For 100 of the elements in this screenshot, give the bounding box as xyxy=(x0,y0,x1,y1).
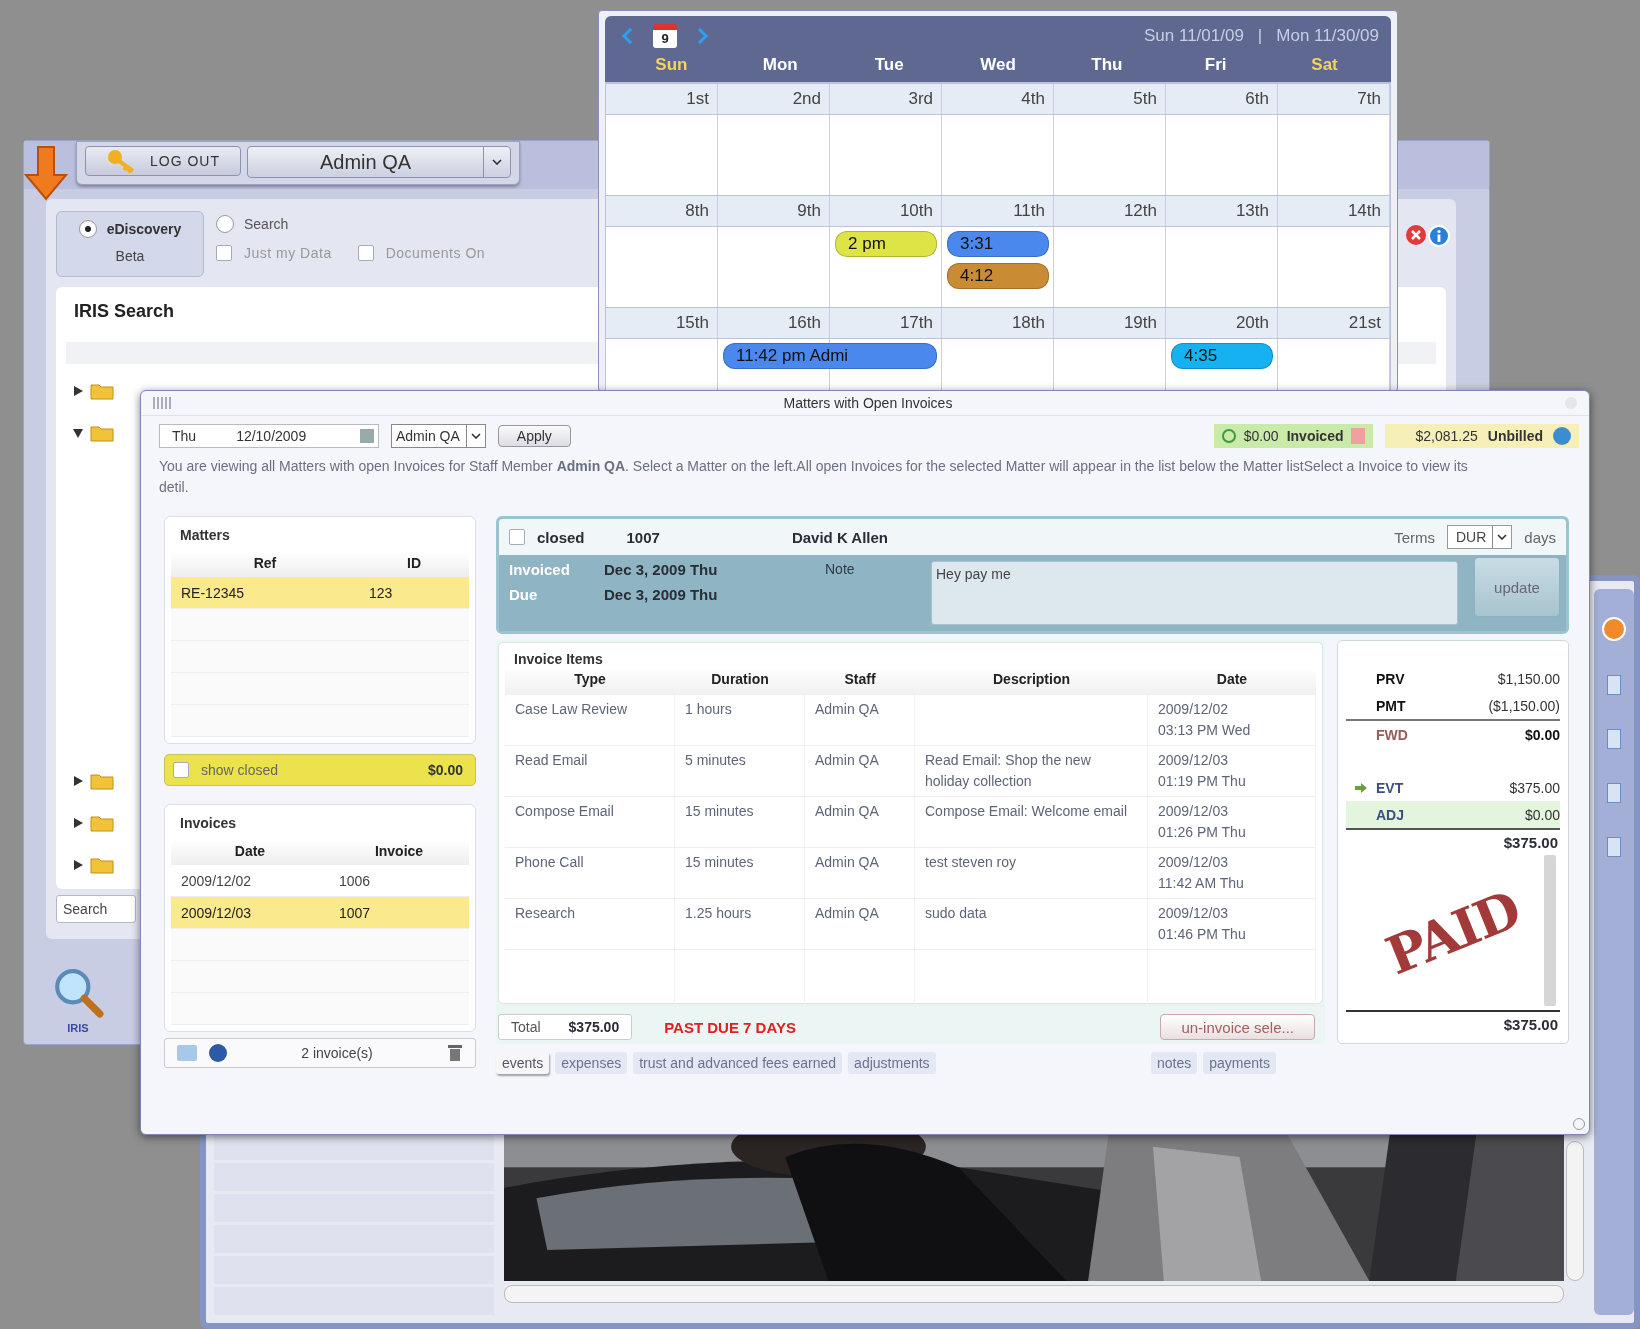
table-cell: 2009/12/03 01:46 PM Thu xyxy=(1148,899,1316,950)
matter-row[interactable]: RE-12345 123 xyxy=(171,577,469,609)
user-select[interactable]: Admin QA xyxy=(247,146,511,178)
radio-label: eDiscovery xyxy=(106,221,182,237)
summary-amount: $0.00 xyxy=(1524,726,1560,743)
calendar-event[interactable]: 3:31 xyxy=(947,231,1049,257)
search-field[interactable]: Search xyxy=(56,895,136,923)
date-cell[interactable]: 20th xyxy=(1166,308,1278,338)
panel-title: Invoices xyxy=(179,814,238,833)
tab[interactable]: notes xyxy=(1151,1052,1198,1074)
weekday-label: Sun xyxy=(654,55,689,75)
date-field[interactable]: Thu 12/10/2009 xyxy=(159,424,379,448)
date-cell[interactable]: 8th xyxy=(606,196,718,226)
date-cell[interactable]: 16th xyxy=(718,308,830,338)
column-header: ID xyxy=(406,554,422,573)
logout-button[interactable]: LOG OUT xyxy=(85,146,241,176)
table-cell: Research xyxy=(505,899,675,950)
date-cell[interactable]: 15th xyxy=(606,308,718,338)
date-cell[interactable]: 6th xyxy=(1166,84,1278,114)
calendar-event[interactable]: 2 pm xyxy=(835,231,937,257)
summary-code: EVT xyxy=(1376,779,1404,796)
weekday-label: Sat xyxy=(1310,55,1339,75)
summary-amount: $0.00 xyxy=(1524,806,1560,823)
date-cell[interactable]: 1st xyxy=(606,84,718,114)
column-header: Ref xyxy=(252,554,278,573)
date-cell[interactable]: 3rd xyxy=(830,84,942,114)
total-field: Total $375.00 xyxy=(498,1014,633,1040)
table-cell: Case Law Review xyxy=(505,695,675,746)
table-cell: 2009/12/03 11:42 AM Thu xyxy=(1148,848,1316,899)
unbilled-amount: $2,081.25 xyxy=(1415,428,1478,444)
summary-amount: $1,150.00 xyxy=(1497,670,1560,687)
table-cell: 2009/12/03 01:19 PM Thu xyxy=(1148,746,1316,797)
terms-select[interactable]: DUR xyxy=(1446,525,1513,549)
tab[interactable]: adjustments xyxy=(848,1052,936,1074)
date-cell[interactable]: 5th xyxy=(1054,84,1166,114)
checkbox-label: show closed xyxy=(201,762,279,778)
calendar-event[interactable]: 4:12 xyxy=(947,263,1049,289)
date-cell[interactable]: 14th xyxy=(1278,196,1390,226)
date-cell[interactable]: 21st xyxy=(1278,308,1390,338)
weekday-label: Tue xyxy=(873,55,905,75)
weekday-label: Thu xyxy=(1090,55,1124,75)
past-due-label: PAST DUE 7 DAYS xyxy=(664,1018,796,1036)
date-cell[interactable]: 7th xyxy=(1278,84,1390,114)
table-cell: Compose Email: Welcome email xyxy=(915,797,1148,848)
table-cell: Admin QA xyxy=(805,848,915,899)
tab[interactable]: trust and advanced fees earned xyxy=(633,1052,843,1074)
paid-label: PAID xyxy=(1378,878,1528,987)
checkbox-label: Just my Data xyxy=(244,245,332,261)
date-cell[interactable]: 12th xyxy=(1054,196,1166,226)
invoiced-label: Invoiced xyxy=(1286,428,1344,444)
uninvoice-button[interactable]: un-invoice sele... xyxy=(1160,1014,1315,1040)
staff-select[interactable]: Admin QA xyxy=(391,424,486,448)
table-cell: Admin QA xyxy=(805,695,915,746)
table-cell: Admin QA xyxy=(805,899,915,950)
date-cell[interactable]: 17th xyxy=(830,308,942,338)
summary-amount: ($1,150.00) xyxy=(1488,697,1560,714)
invoice-number: 1007 xyxy=(626,528,660,546)
table-cell: sudo data xyxy=(915,899,1148,950)
weekday-label: Mon xyxy=(761,55,799,75)
table-cell: Phone Call xyxy=(505,848,675,899)
date-range: Mon 11/30/09 xyxy=(1276,26,1379,46)
date-cell[interactable]: 2nd xyxy=(718,84,830,114)
tab[interactable]: events xyxy=(496,1052,550,1074)
table-cell: Admin QA xyxy=(805,797,915,848)
panel-title: Matters xyxy=(179,526,231,545)
summary-code: PRV xyxy=(1376,670,1405,687)
invoice-row[interactable]: 2009/12/03 1007 xyxy=(171,897,469,929)
checkbox-label: closed xyxy=(537,528,585,546)
note-field[interactable]: Hey pay me xyxy=(931,561,1458,625)
calendar-icon[interactable]: 9 xyxy=(653,24,677,48)
days-label: days xyxy=(1524,528,1556,546)
table-cell: 2009/12/02 03:13 PM Wed xyxy=(1148,695,1316,746)
date-cell[interactable]: 4th xyxy=(942,84,1054,114)
date-cell[interactable]: 19th xyxy=(1054,308,1166,338)
date-cell[interactable]: 11th xyxy=(942,196,1054,226)
date-cell[interactable]: 13th xyxy=(1166,196,1278,226)
field-label: Due xyxy=(509,586,539,603)
tab[interactable]: expenses xyxy=(555,1052,628,1074)
date-cell[interactable]: 9th xyxy=(718,196,830,226)
due-date: Dec 3, 2009 Thu xyxy=(604,586,718,603)
calendar-event[interactable]: 4:35 xyxy=(1171,343,1273,369)
apply-button[interactable]: Apply xyxy=(497,425,571,447)
table-cell: 5 minutes xyxy=(675,746,805,797)
summary-code: ADJ xyxy=(1376,806,1404,823)
table-cell: Read Email: Shop the new holiday collection xyxy=(915,746,1148,797)
table-cell: Admin QA xyxy=(805,746,915,797)
client-name: David K Allen xyxy=(791,528,889,546)
weekday-label: Fri xyxy=(1203,55,1228,75)
date-cell[interactable]: 10th xyxy=(830,196,942,226)
radio-label: Search xyxy=(244,216,289,232)
table-cell: Read Email xyxy=(505,746,675,797)
table-cell: Compose Email xyxy=(505,797,675,848)
checkbox-label: Documents On xyxy=(385,245,486,261)
column-header: Date xyxy=(233,842,267,861)
calendar-event[interactable]: 11:42 pm Admi xyxy=(723,343,937,369)
tab[interactable]: payments xyxy=(1203,1052,1276,1074)
invoiced-date: Dec 3, 2009 Thu xyxy=(604,561,718,578)
date-cell[interactable]: 18th xyxy=(942,308,1054,338)
mode-sublabel: Beta xyxy=(115,248,145,264)
unbilled-label: Unbilled xyxy=(1487,428,1543,444)
